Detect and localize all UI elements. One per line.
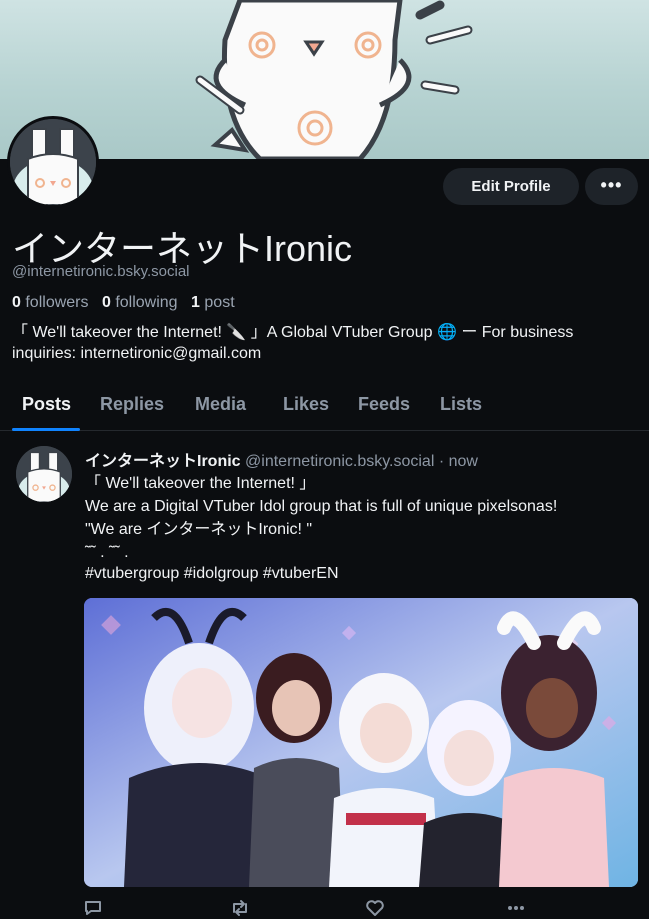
profile-bio: 「 We'll takeover the Internet! 🔪 」A Glob… — [12, 324, 574, 362]
bunny-avatar-icon — [10, 119, 96, 205]
followers-link[interactable]: 0 followers — [12, 294, 89, 311]
tab-feeds[interactable]: Feeds — [358, 394, 410, 415]
following-link[interactable]: 0 following — [102, 294, 178, 311]
post-image[interactable] — [84, 598, 638, 887]
posts-count-info: 1 post — [191, 294, 235, 311]
post-author-handle[interactable]: @internetironic.bsky.social — [245, 453, 434, 470]
followers-label: followers — [25, 294, 89, 311]
followers-count: 0 — [12, 294, 21, 311]
post-hashtags[interactable]: #vtubergroup #idolgroup #vtuberEN — [85, 565, 339, 583]
post-avatar[interactable] — [16, 446, 72, 502]
profile-tabs: Posts Replies Media Likes Feeds Lists — [0, 381, 649, 431]
tab-likes[interactable]: Likes — [283, 394, 329, 415]
post-author-name[interactable]: インターネットIronic — [85, 453, 241, 470]
like-icon[interactable] — [366, 899, 384, 919]
bunny-avatar-icon — [16, 446, 72, 502]
tab-media[interactable]: Media — [195, 394, 246, 415]
following-label: following — [115, 294, 178, 311]
posts-count: 1 — [191, 294, 200, 311]
banner-bunny-illustration — [195, 0, 473, 159]
active-tab-indicator — [12, 428, 80, 431]
following-count: 0 — [101, 294, 111, 311]
profile-more-button[interactable]: ••• — [585, 168, 638, 205]
post-line: ˜˜ . ˜˜ . — [85, 544, 129, 561]
vtuber-group-artwork — [84, 598, 638, 887]
post-line: "We are インターネットIronic! " — [85, 521, 313, 538]
post-actions — [84, 899, 534, 919]
profile-avatar[interactable] — [7, 116, 99, 208]
more-icon[interactable] — [506, 899, 526, 919]
repost-icon[interactable] — [230, 899, 250, 919]
profile-stats: 0 followers 0 following 1 post — [12, 294, 235, 312]
tab-posts[interactable]: Posts — [22, 394, 71, 415]
post-line: 「 We'll takeover the Internet! 」 — [85, 475, 316, 492]
reply-icon[interactable] — [84, 899, 102, 919]
post-line: We are a Digital VTuber Idol group that … — [85, 498, 558, 515]
profile-handle: @internetironic.bsky.social — [12, 263, 190, 280]
posts-label: post — [204, 294, 235, 311]
post-body: 「 We'll takeover the Internet! 」 We are … — [85, 472, 635, 564]
profile-banner[interactable] — [0, 0, 649, 159]
tab-lists[interactable]: Lists — [440, 394, 482, 415]
post-header: インターネットIronic @internetironic.bsky.socia… — [85, 447, 478, 471]
edit-profile-button[interactable]: Edit Profile — [443, 168, 579, 205]
post-timestamp[interactable]: · now — [439, 453, 478, 470]
profile-page: Edit Profile ••• インターネットIronic @internet… — [0, 0, 649, 919]
tab-replies[interactable]: Replies — [100, 394, 164, 415]
